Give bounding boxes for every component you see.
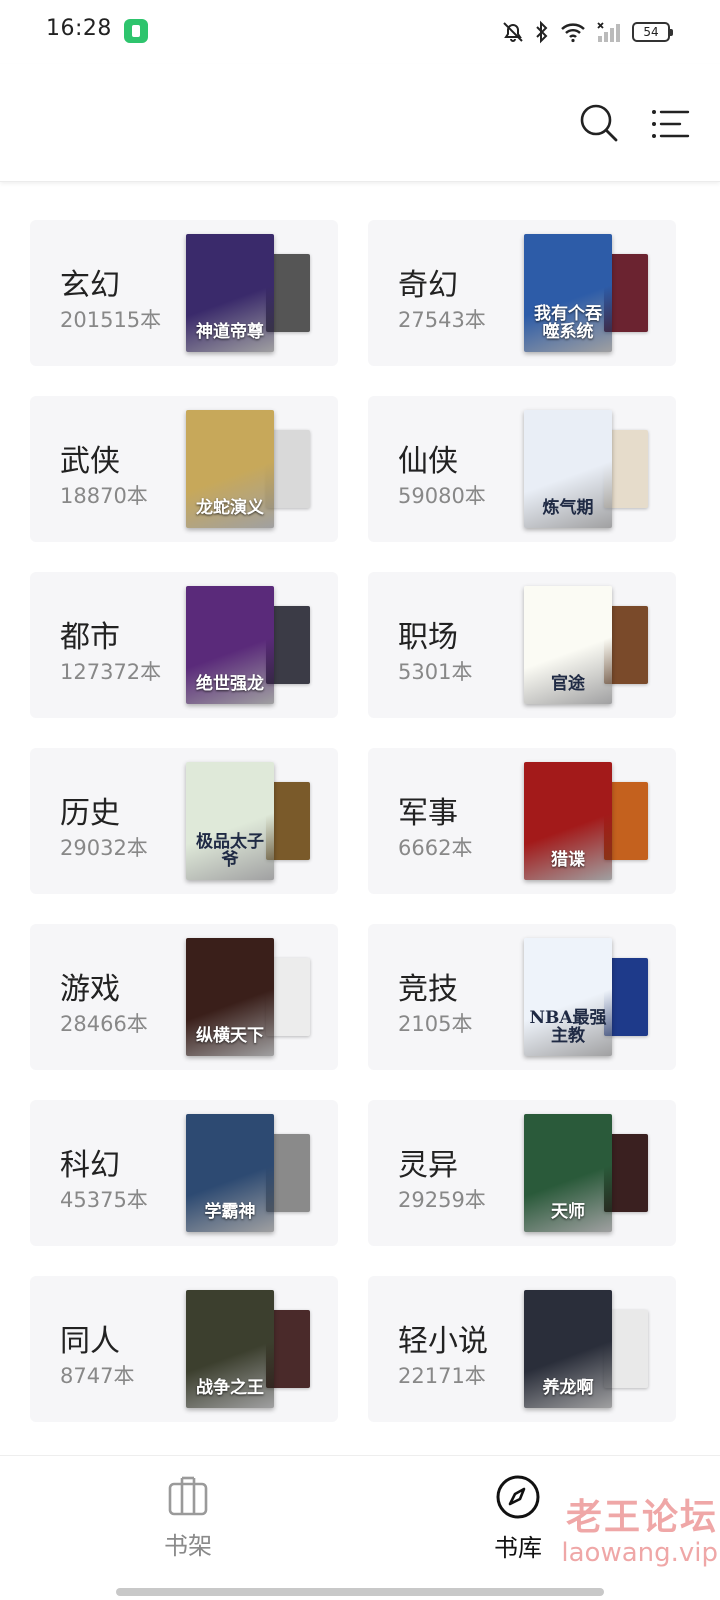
book-cover: 官途 xyxy=(524,586,612,704)
category-name: 仙侠 xyxy=(398,444,458,479)
category-name: 科幻 xyxy=(60,1148,120,1183)
category-card[interactable]: 奇幻 27543本 我有个吞噬系统 xyxy=(368,220,676,366)
home-indicator[interactable] xyxy=(116,1588,604,1596)
watermark: 老王论坛 laowang.vip xyxy=(478,1488,718,1568)
category-count: 29032本 xyxy=(60,836,148,860)
category-name: 同人 xyxy=(60,1324,120,1359)
category-card[interactable]: 历史 29032本 极品太子爷 xyxy=(30,748,338,894)
book-cover-title: 绝世强龙 xyxy=(196,674,264,695)
category-grid: 玄幻 201515本神道帝尊 奇幻 27543本 我有个吞噬系统武侠 18870本龙蛇演义… xyxy=(30,220,690,1422)
book-cover-title: 神道帝尊 xyxy=(196,322,264,343)
status-bar: 16:28 54 xyxy=(0,0,720,64)
category-name: 竞技 xyxy=(398,972,458,1007)
book-cover: 极品太子爷 xyxy=(186,762,274,880)
category-name: 军事 xyxy=(398,796,458,831)
category-card[interactable]: 军事 6662本猎谍 xyxy=(368,748,676,894)
book-cover-title: 龙蛇演义 xyxy=(196,498,264,519)
category-count: 27543本 xyxy=(398,308,486,332)
book-cover: 绝世强龙 xyxy=(186,586,274,704)
category-card[interactable]: 武侠 18870本龙蛇演义 xyxy=(30,396,338,542)
bookshelf-icon xyxy=(168,1476,208,1516)
watermark-text: 老王论坛 xyxy=(565,1497,718,1538)
category-count: 28466本 xyxy=(60,1012,148,1036)
category-count: 22171本 xyxy=(398,1364,486,1388)
book-cover: 龙蛇演义 xyxy=(186,410,274,528)
category-count: 201515本 xyxy=(60,308,162,332)
category-count: 5301本 xyxy=(398,660,473,684)
category-card[interactable]: 轻小说 22171本养龙啊 xyxy=(368,1276,676,1422)
book-cover-title: 猎谍 xyxy=(551,850,585,871)
status-icons: 54 xyxy=(502,18,673,46)
category-name: 灵异 xyxy=(398,1148,458,1183)
category-card[interactable]: 职场 5301本官途 xyxy=(368,572,676,718)
book-cover-title: NBA最强主教 xyxy=(529,1007,607,1047)
book-cover-title: 我有个吞噬系统 xyxy=(534,303,602,343)
book-cover: 战争之王 xyxy=(186,1290,274,1408)
book-cover: 神道帝尊 xyxy=(186,234,274,352)
category-name: 游戏 xyxy=(60,972,120,1007)
battery-icon: 54 xyxy=(632,22,673,42)
category-card[interactable]: 同人 8747本战争之王 xyxy=(30,1276,338,1422)
book-cover-title: 天师 xyxy=(551,1202,585,1223)
category-count: 2105本 xyxy=(398,1012,473,1036)
wifi-icon xyxy=(561,23,585,43)
category-card[interactable]: 竞技 2105本 NBA最强主教 xyxy=(368,924,676,1070)
bottom-nav: 书架 书库 老王论坛 laowang.vip xyxy=(0,1455,720,1600)
category-card[interactable]: 游戏 28466本纵横天下 xyxy=(30,924,338,1070)
status-time: 16:28 xyxy=(46,16,112,41)
book-cover-title: 养龙啊 xyxy=(542,1378,594,1399)
book-cover: 养龙啊 xyxy=(524,1290,612,1408)
bluetooth-icon xyxy=(536,20,548,44)
book-cover: 炼气期 xyxy=(524,410,612,528)
category-name: 奇幻 xyxy=(398,268,458,303)
category-count: 18870本 xyxy=(60,484,148,508)
book-cover-title: 学霸神 xyxy=(204,1202,256,1223)
book-cover: 我有个吞噬系统 xyxy=(524,234,612,352)
mute-bell-icon xyxy=(503,22,523,42)
nav-bookshelf-label: 书架 xyxy=(164,1532,212,1560)
category-name: 都市 xyxy=(60,620,120,655)
category-card[interactable]: 都市 127372本绝世强龙 xyxy=(30,572,338,718)
category-name: 历史 xyxy=(60,796,120,831)
category-card[interactable]: 科幻 45375本学霸神 xyxy=(30,1100,338,1246)
category-name: 玄幻 xyxy=(60,268,120,303)
book-cover: NBA最强主教 xyxy=(524,938,612,1056)
book-cover-title: 纵横天下 xyxy=(196,1026,264,1047)
book-cover-title: 炼气期 xyxy=(542,498,594,519)
book-cover: 天师 xyxy=(524,1114,612,1232)
nav-bookshelf[interactable]: 书架 xyxy=(128,1474,248,1561)
watermark-url: laowang.vip xyxy=(561,1538,718,1568)
category-name: 轻小说 xyxy=(398,1324,488,1359)
category-card[interactable]: 灵异 29259本天师 xyxy=(368,1100,676,1246)
book-cover: 学霸神 xyxy=(186,1114,274,1232)
top-app-bar xyxy=(0,64,720,182)
category-card[interactable]: 仙侠 59080本炼气期 xyxy=(368,396,676,542)
category-name: 武侠 xyxy=(60,444,120,479)
no-signal-icon xyxy=(597,22,620,42)
book-cover-title: 战争之王 xyxy=(196,1378,264,1399)
category-name: 职场 xyxy=(398,620,458,655)
category-count: 6662本 xyxy=(398,836,473,860)
category-count: 45375本 xyxy=(60,1188,148,1212)
filter-menu-icon[interactable] xyxy=(650,104,690,144)
category-count: 8747本 xyxy=(60,1364,135,1388)
book-cover: 纵横天下 xyxy=(186,938,274,1056)
category-count: 29259本 xyxy=(398,1188,486,1212)
search-icon[interactable] xyxy=(578,102,620,144)
category-card[interactable]: 玄幻 201515本神道帝尊 xyxy=(30,220,338,366)
book-cover: 猎谍 xyxy=(524,762,612,880)
category-count: 127372本 xyxy=(60,660,162,684)
category-count: 59080本 xyxy=(398,484,486,508)
book-cover-title: 官途 xyxy=(551,674,585,695)
book-cover-title: 极品太子爷 xyxy=(196,831,264,871)
app-badge-icon xyxy=(124,19,148,43)
